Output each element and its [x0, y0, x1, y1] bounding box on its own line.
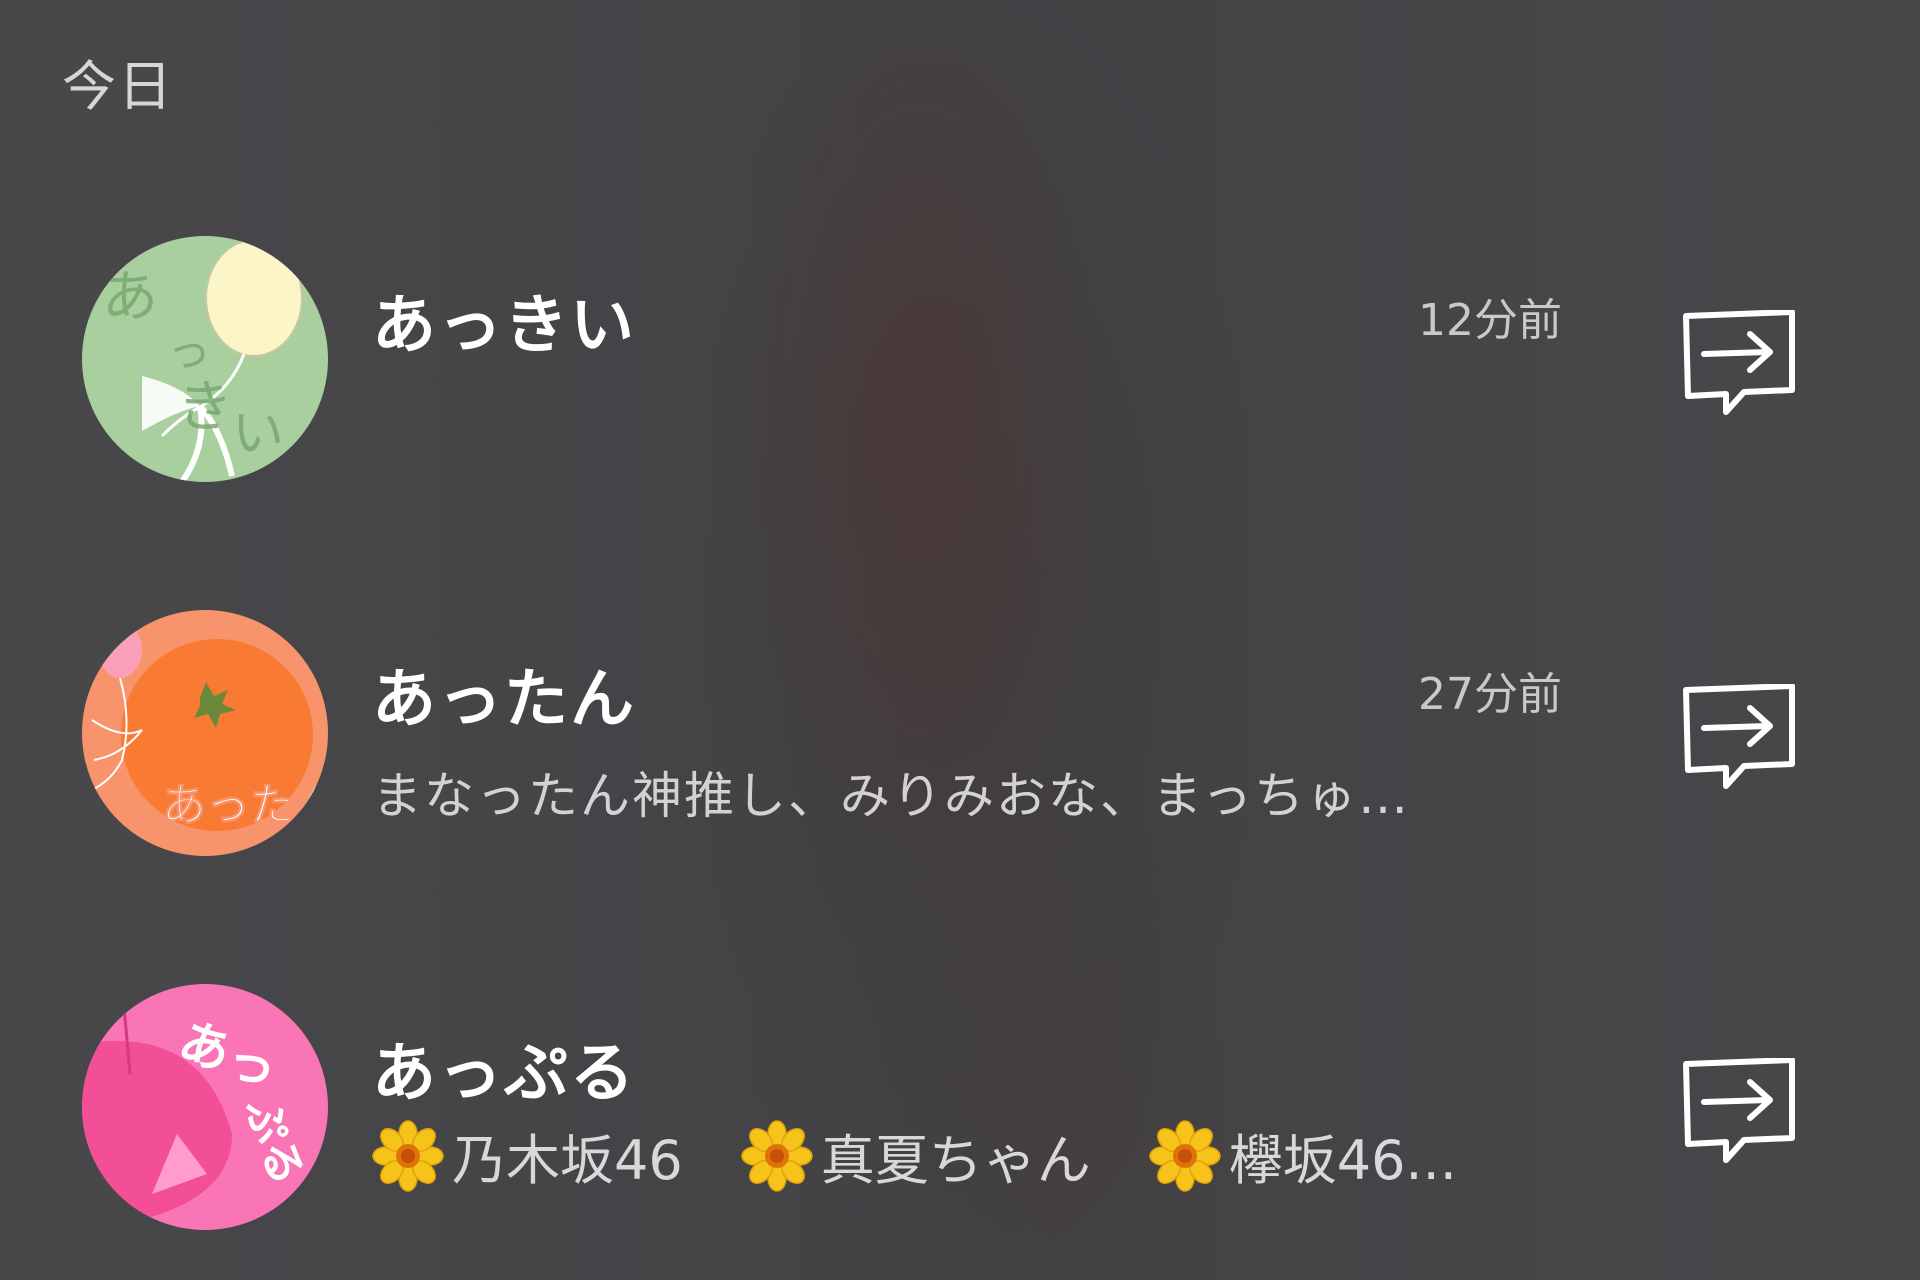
tag: 乃木坂46	[372, 1116, 683, 1195]
tag-list: 乃木坂46 真夏ちゃん 欅坂46...	[372, 1116, 1457, 1195]
list-item[interactable]: あったん あったん 27分前 まなったん神推し、みりみおな、まっちゅ…	[0, 610, 1920, 860]
avatar[interactable]: あ っ き い	[82, 236, 328, 482]
share-reply-icon	[1683, 683, 1795, 789]
tag-label: 欅坂46...	[1228, 1129, 1457, 1192]
item-name: あっきい	[372, 289, 636, 363]
tag: 欅坂46...	[1148, 1116, 1457, 1195]
list-item[interactable]: あっ ぷる あっぷる 乃木坂46 真夏ちゃん 欅坂46...	[0, 984, 1920, 1234]
svg-text:い: い	[232, 404, 284, 464]
avatar-image: あっ ぷる	[82, 984, 328, 1230]
svg-text:あ: あ	[102, 265, 158, 330]
svg-text:あったん: あったん	[162, 780, 328, 831]
section-header-today: 今日	[62, 55, 174, 118]
share-reply-button[interactable]	[1682, 683, 1798, 792]
avatar-image: あったん	[82, 610, 328, 856]
list-item[interactable]: あ っ き い あっきい 12分前	[0, 236, 1920, 486]
share-reply-button[interactable]	[1682, 1057, 1798, 1166]
tag-label: 乃木坂46	[452, 1129, 683, 1192]
item-name: あっぷる	[372, 1037, 636, 1111]
avatar[interactable]: あっ ぷる	[82, 984, 328, 1230]
share-reply-icon	[1683, 309, 1795, 415]
item-time: 27分前	[1418, 669, 1562, 720]
sunflower-icon	[372, 1119, 444, 1192]
sunflower-icon	[740, 1119, 813, 1192]
svg-text:っ: っ	[167, 326, 211, 377]
avatar-image: あ っ き い	[82, 236, 328, 482]
share-reply-button[interactable]	[1682, 309, 1798, 418]
item-name: あったん	[372, 663, 636, 737]
sunflower-icon	[1148, 1119, 1221, 1192]
tag: 真夏ちゃん	[740, 1116, 1091, 1195]
svg-text:き: き	[177, 375, 233, 440]
item-time: 12分前	[1418, 295, 1562, 346]
avatar[interactable]: あったん	[82, 610, 328, 856]
share-reply-icon	[1683, 1057, 1795, 1163]
item-subtitle: まなったん神推し、みりみおな、まっちゅ…	[372, 767, 1410, 825]
tag-label: 真夏ちゃん	[820, 1129, 1091, 1192]
